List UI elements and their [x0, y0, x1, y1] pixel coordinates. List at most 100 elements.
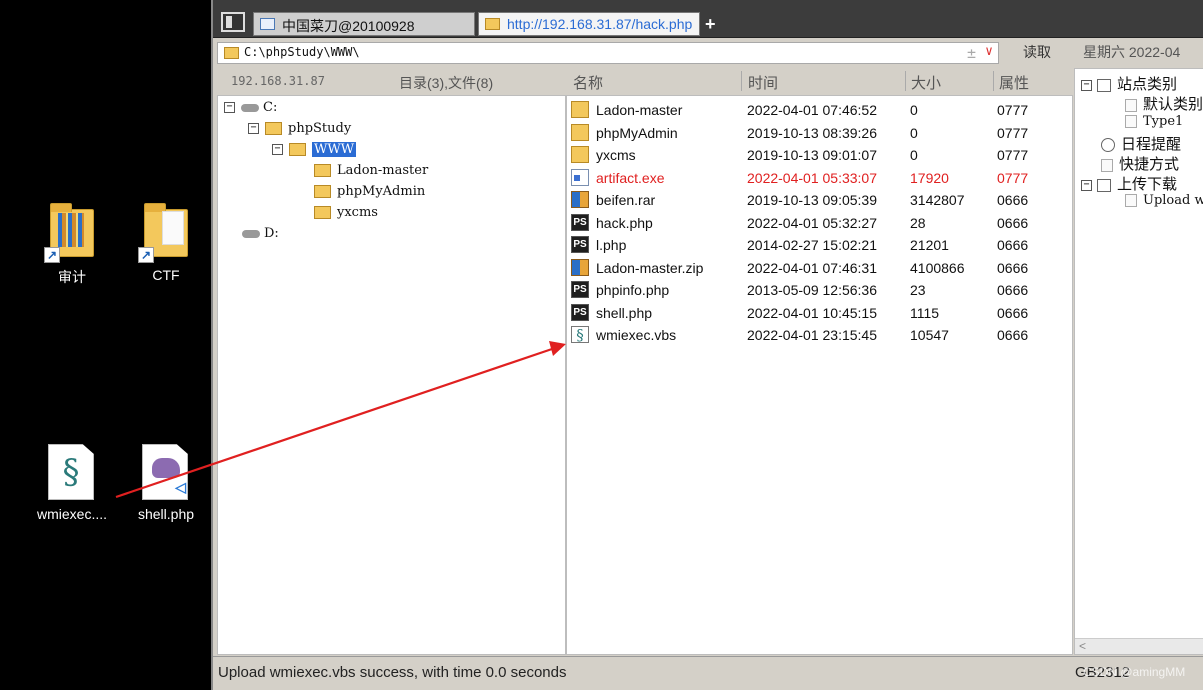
file-time: 2022-04-01 07:46:31: [747, 259, 877, 276]
folder-icon: [314, 185, 331, 198]
plus-minus-icon[interactable]: ±: [967, 44, 976, 62]
file-row[interactable]: § wmiexec.vbs 2022-04-01 23:15:45 10547 …: [567, 324, 1072, 346]
dir-file-count: 目录(3),文件(8): [399, 75, 494, 91]
tree-node-www[interactable]: − WWW: [272, 142, 357, 160]
file-row[interactable]: PS phpinfo.php 2013-05-09 12:56:36 23 06…: [567, 279, 1072, 301]
scroll-left-icon[interactable]: <: [1079, 639, 1086, 653]
file-row[interactable]: Ladon-master 2022-04-01 07:46:52 0 0777: [567, 99, 1072, 121]
file-time: 2013-05-09 12:56:36: [747, 282, 877, 298]
collapse-icon[interactable]: −: [272, 144, 283, 155]
window-menu-icon[interactable]: [221, 12, 245, 32]
file-attr: 0666: [997, 327, 1029, 343]
column-header-time[interactable]: 时间: [748, 72, 778, 93]
category-icon: [1097, 178, 1111, 192]
sidebar-label: 快捷方式: [1119, 156, 1180, 173]
file-attr: 0777: [997, 124, 1029, 141]
horizontal-scrollbar[interactable]: <: [1075, 638, 1203, 654]
desktop-icon-label: shell.php: [137, 506, 195, 522]
collapse-icon[interactable]: −: [1081, 179, 1092, 191]
file-row[interactable]: Ladon-master.zip 2022-04-01 07:46:31 410…: [567, 257, 1072, 279]
sidebar-item-type1[interactable]: Type1: [1125, 114, 1183, 129]
column-header-name[interactable]: 名称: [573, 72, 603, 93]
archive-icon: [571, 258, 589, 276]
sidebar-item-shortcuts[interactable]: 快捷方式: [1101, 153, 1179, 174]
file-time: 2022-04-01 05:32:27: [747, 214, 877, 231]
tab-hack-php[interactable]: http://192.168.31.87/hack.php: [478, 12, 700, 36]
file-size: 0: [910, 102, 918, 118]
tab-label: 中国菜刀@20100928: [282, 18, 415, 34]
tab-caidao-home[interactable]: 中国菜刀@20100928: [253, 12, 475, 36]
file-row[interactable]: PS hack.php 2022-04-01 05:32:27 28 0666: [567, 212, 1072, 234]
sidebar-label: 站点类别: [1117, 76, 1178, 93]
tree-label: C:: [263, 100, 278, 115]
sidebar-item-site-category[interactable]: − 站点类别: [1081, 73, 1177, 94]
file-size: 1115: [910, 304, 940, 321]
file-name: wmiexec.vbs: [596, 327, 677, 343]
chevron-down-icon[interactable]: ∨: [985, 44, 993, 59]
file-attr: 0666: [997, 214, 1029, 231]
sidebar-label: Upload w: [1143, 193, 1203, 208]
file-row[interactable]: yxcms 2019-10-13 09:01:07 0 0777: [567, 144, 1072, 166]
file-row[interactable]: phpMyAdmin 2019-10-13 08:39:26 0 0777: [567, 122, 1072, 144]
tree-node-drive-c[interactable]: − C:: [224, 100, 277, 118]
file-time: 2014-02-27 15:02:21: [747, 237, 877, 253]
drive-icon: [241, 103, 259, 112]
file-name: phpMyAdmin: [596, 124, 678, 141]
tree-label: phpStudy: [288, 121, 352, 136]
tree-label: WWW: [312, 142, 357, 157]
sidebar-item-default-category[interactable]: 默认类别: [1125, 93, 1203, 114]
server-ip: 192.168.31.87: [231, 74, 325, 88]
tree-node-phpstudy[interactable]: − phpStudy: [248, 121, 351, 139]
status-message: Upload wmiexec.vbs success, with time 0.…: [218, 664, 567, 681]
collapse-icon[interactable]: −: [1081, 79, 1092, 91]
file-size: 17920: [910, 169, 949, 186]
file-time: 2022-04-01 23:15:45: [747, 327, 877, 343]
desktop-icon-shell-php[interactable]: ◁ shell.php: [121, 444, 211, 522]
file-name: yxcms: [596, 147, 636, 163]
file-row[interactable]: beifen.rar 2019-10-13 09:05:39 3142807 0…: [567, 189, 1072, 211]
column-header-attr[interactable]: 属性: [999, 72, 1029, 93]
file-row[interactable]: PS shell.php 2022-04-01 10:45:15 1115 06…: [567, 302, 1072, 324]
date-display: 星期六 2022-04: [1083, 44, 1181, 60]
collapse-icon[interactable]: −: [224, 102, 235, 113]
desktop-icon-audit[interactable]: ↗ 审计: [27, 203, 117, 287]
desktop-icon-ctf[interactable]: ↗ CTF: [121, 203, 211, 283]
read-button[interactable]: 读取: [1005, 42, 1069, 64]
tree-node-phpmyadmin[interactable]: phpMyAdmin: [314, 184, 425, 202]
sidebar-item-upload-download[interactable]: − 上传下载: [1081, 173, 1177, 194]
directory-tree: − C: − phpStudy − WWW Ladon-master phpMyAdm…: [217, 95, 566, 655]
tree-node-drive-d[interactable]: D:: [242, 226, 279, 244]
sidebar-label: 上传下载: [1117, 176, 1178, 193]
caidao-window: 中国菜刀@20100928 http://192.168.31.87/hack.…: [211, 0, 1203, 690]
file-size: 21201: [910, 237, 949, 253]
leaf-icon: [1125, 98, 1137, 112]
desktop-icon-label: wmiexec....: [36, 506, 107, 522]
folder-icon: [224, 47, 239, 59]
file-size: 28: [910, 214, 926, 231]
sidebar-label: Type1: [1143, 114, 1184, 129]
file-size: 3142807: [910, 192, 965, 208]
folder-open-icon: [289, 143, 306, 156]
tree-node-ladon-master[interactable]: Ladon-master: [314, 163, 428, 181]
sidebar-item-schedule[interactable]: 日程提醒: [1101, 133, 1181, 154]
column-header-size[interactable]: 大小: [911, 72, 941, 93]
file-list: Ladon-master 2022-04-01 07:46:52 0 0777 …: [566, 95, 1073, 655]
column-headers: 192.168.31.87 目录(3),文件(8) 名称 时间 大小 属性: [213, 68, 1073, 95]
file-name: hack.php: [596, 214, 653, 231]
status-bar: Upload wmiexec.vbs success, with time 0.…: [213, 656, 1203, 690]
collapse-icon[interactable]: −: [248, 123, 259, 134]
desktop-icon-wmiexec[interactable]: § wmiexec....: [27, 444, 117, 522]
address-bar: C:\phpStudy\WWW\ ± ∨ 读取 星期六 2022-04: [213, 39, 1203, 67]
file-row[interactable]: PS l.php 2014-02-27 15:02:21 21201 0666: [567, 234, 1072, 256]
file-attr: 0666: [997, 259, 1029, 276]
file-name: shell.php: [596, 304, 653, 321]
file-attr: 0777: [997, 102, 1029, 118]
file-name: beifen.rar: [596, 192, 656, 208]
folder-icon: [571, 146, 589, 163]
path-input[interactable]: C:\phpStudy\WWW\ ± ∨: [217, 42, 999, 64]
add-tab-button[interactable]: +: [705, 14, 716, 35]
tree-node-yxcms[interactable]: yxcms: [314, 205, 378, 223]
site-sidebar: − 站点类别 默认类别 Type1 日程提醒 快捷方式 − 上传下载 Upload …: [1074, 68, 1203, 655]
sidebar-item-upload-task[interactable]: Upload w: [1125, 193, 1203, 208]
file-row[interactable]: artifact.exe 2022-04-01 05:33:07 17920 0…: [567, 167, 1072, 189]
